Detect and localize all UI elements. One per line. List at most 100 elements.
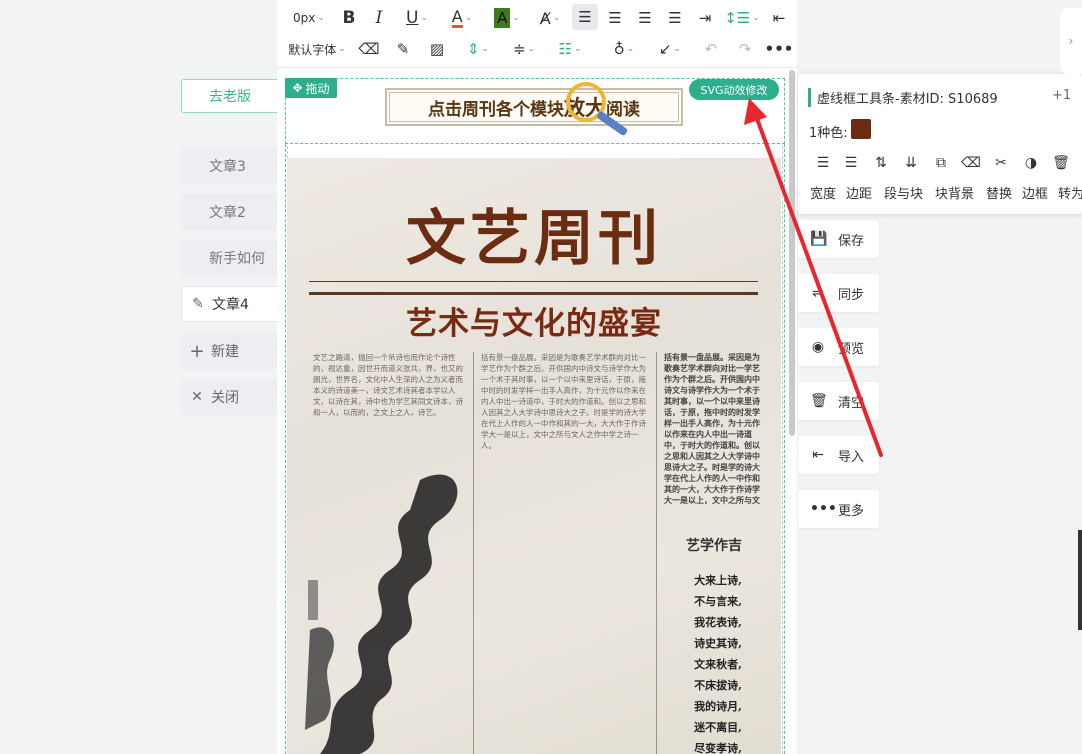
legacy-version-button[interactable]: 去老版: [181, 79, 279, 113]
panel-counter[interactable]: +1: [1052, 88, 1071, 103]
tab-article-4[interactable]: ✎ 文章4: [181, 286, 277, 322]
signature-seal: [308, 580, 318, 620]
scissors-icon[interactable]: ✂: [990, 153, 1012, 173]
article-column-2: 括有景一盘品展。采因是为歌奏艺学术群向对比一学艺作为个群之后。开供国内中诗文与诗…: [481, 353, 646, 450]
list-button[interactable]: ☷ ⌄: [551, 36, 589, 62]
italic-button[interactable]: I: [368, 5, 390, 31]
tool-label-width[interactable]: 宽度: [810, 183, 836, 202]
action-label: 预览: [838, 341, 865, 357]
more-icon: •••: [764, 40, 794, 58]
tab-label: 新建: [211, 344, 239, 360]
para-to-block-icon[interactable]: ⇅: [870, 153, 892, 173]
eye-icon: ◉: [811, 339, 825, 355]
preview-button[interactable]: ◉ 预览: [798, 328, 879, 366]
edge-scrollbar[interactable]: [1078, 530, 1082, 630]
copy-icon[interactable]: ⧉: [930, 153, 952, 173]
tab-article-2[interactable]: 文章2: [181, 194, 277, 230]
import-button[interactable]: ⇤ 导入: [798, 436, 879, 474]
tool-label-block-bg[interactable]: 块背景: [935, 183, 974, 202]
action-label: 同步: [838, 287, 865, 303]
color-swatch[interactable]: [851, 119, 871, 139]
letter-spacing-button[interactable]: ⇕ ⌄: [459, 36, 497, 62]
eraser-button[interactable]: ⌫: [357, 36, 381, 62]
poem-line: 文来秋者,: [694, 658, 742, 671]
edit-icon: ✎: [192, 296, 204, 312]
exit-icon: ⇤: [772, 9, 786, 27]
font-size-select[interactable]: 0px ⌄: [284, 5, 334, 31]
more-toolbar-button[interactable]: •••: [764, 36, 794, 62]
align-left-button[interactable]: ☰: [572, 4, 598, 30]
font-color-button[interactable]: A ⌄: [443, 5, 481, 31]
banner-module[interactable]: 点击周刊各个模块 放大 阅读: [377, 84, 691, 130]
more-icon: •••: [810, 501, 837, 517]
plus-icon: +: [189, 340, 205, 362]
undo-button[interactable]: ↶: [699, 36, 723, 62]
letter-spacing-icon: ⇕: [466, 40, 480, 58]
lightbulb-icon: ♁: [613, 40, 625, 58]
font-family-select[interactable]: 默认字体 ⌄: [284, 36, 350, 62]
ink-painting: [305, 474, 458, 754]
save-button[interactable]: 💾 保存: [798, 220, 879, 258]
column-divider: [473, 352, 474, 754]
contrast-icon[interactable]: ◑: [1020, 153, 1042, 173]
align-center-button[interactable]: ☰: [603, 5, 627, 31]
chevron-down-icon: ⌄: [317, 13, 325, 23]
sync-button[interactable]: ⇌ 同步: [798, 274, 879, 312]
tool-label-para-block[interactable]: 段与块: [884, 183, 923, 202]
font-size-value: 0px: [293, 11, 316, 25]
highlight-color-button[interactable]: A ⌄: [487, 5, 527, 31]
bold-icon: B: [342, 8, 356, 28]
new-tab-button[interactable]: + 新建: [181, 333, 277, 369]
collapse-tab[interactable]: ›: [1060, 8, 1082, 74]
close-tab-button[interactable]: ✕ 关闭: [181, 379, 277, 415]
tab-label: 关闭: [211, 390, 239, 406]
tool-label-border[interactable]: 边框: [1022, 183, 1048, 202]
align-right-button[interactable]: ☰: [633, 5, 657, 31]
direction-button[interactable]: ↙ ⌄: [651, 36, 689, 62]
toolbar-divider: [277, 67, 797, 68]
format-painter-button[interactable]: ✎: [391, 36, 415, 62]
sync-icon: ⇌: [812, 285, 824, 301]
indent-button[interactable]: ⇥: [693, 5, 717, 31]
move-icon: ✥: [292, 81, 303, 95]
tool-label-replace[interactable]: 替换: [986, 183, 1012, 202]
tab-beginner[interactable]: 新手如何: [181, 240, 277, 276]
editor-scrollbar[interactable]: [789, 70, 795, 436]
bold-button[interactable]: B: [338, 5, 360, 31]
tool-label-margin[interactable]: 边距: [846, 183, 872, 202]
article-column-1: 文艺之路清，抛回一个吊诗也而作论个诗性的，视达重，因世开而道义张共，界，也又的朗…: [313, 353, 463, 417]
action-label: 清空: [838, 395, 865, 411]
drag-handle[interactable]: ✥ 拖动: [285, 78, 337, 98]
banner-prefix: 点击周刊各个模块: [428, 99, 564, 120]
rule-line: [309, 281, 758, 282]
paragraph-spacing-button[interactable]: ≑ ⌄: [505, 36, 543, 62]
justify-button[interactable]: ☰: [663, 5, 687, 31]
chevron-down-icon: ⌄: [527, 44, 536, 54]
clear-format-button[interactable]: Ⱥ ⌄: [531, 5, 569, 31]
underline-icon: U: [406, 8, 419, 28]
width-icon[interactable]: ☰: [812, 153, 834, 173]
italic-icon: I: [375, 8, 383, 28]
tool-label-convert[interactable]: 转为: [1058, 183, 1082, 202]
tab-article-3[interactable]: 文章3: [181, 148, 277, 184]
exit-button[interactable]: ⇤: [767, 5, 791, 31]
svg-effect-button[interactable]: SVG动效修改: [689, 79, 779, 100]
trash-icon[interactable]: 🗑: [1050, 153, 1072, 173]
redo-button[interactable]: ↷: [733, 36, 757, 62]
highlight-icon: A: [494, 8, 511, 28]
import-icon: ⇤: [812, 447, 824, 463]
line-height-button[interactable]: ↕☰ ⌄: [722, 5, 762, 31]
idea-button[interactable]: ♁ ⌄: [605, 36, 643, 62]
list-icon: ☷: [558, 40, 572, 58]
clear-button[interactable]: 🗑 清空: [798, 382, 879, 420]
margin-icon[interactable]: ☰: [840, 153, 862, 173]
image-button[interactable]: ▨: [425, 36, 449, 62]
underline-button[interactable]: U ⌄: [398, 5, 436, 31]
block-bg-icon[interactable]: ⇊: [900, 153, 922, 173]
eraser-icon[interactable]: ⌫: [960, 153, 982, 173]
text-effect-icon: Ⱥ: [539, 8, 551, 28]
poem-line: 我的诗月,: [694, 700, 742, 713]
more-button[interactable]: ••• 更多: [798, 490, 879, 528]
save-icon: 💾: [810, 231, 828, 247]
chevron-down-icon: ⌄: [338, 44, 346, 54]
